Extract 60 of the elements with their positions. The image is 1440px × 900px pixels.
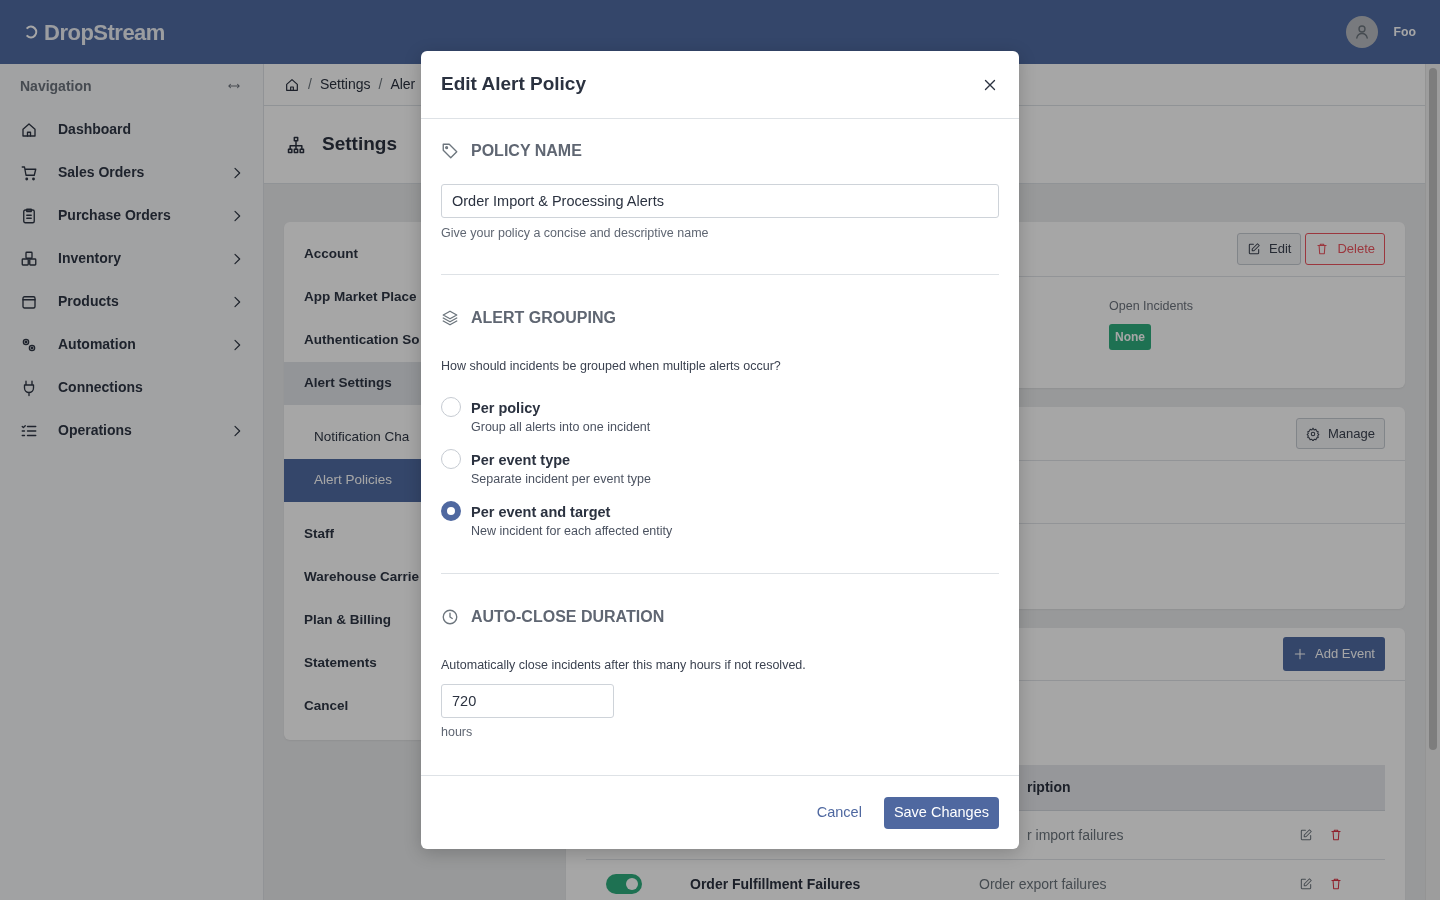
edit-icon: [1247, 242, 1261, 256]
trash-icon[interactable]: [1329, 828, 1343, 842]
sidebar-item[interactable]: Dashboard: [58, 119, 245, 140]
option-label[interactable]: Per event and target: [471, 501, 673, 522]
sidebar-title: Navigation: [20, 76, 92, 96]
trash-icon[interactable]: [1329, 877, 1343, 891]
toggle-switch[interactable]: [606, 874, 642, 894]
layers-icon: [441, 308, 459, 327]
edit-icon[interactable]: [1299, 828, 1313, 842]
trash-icon: [1315, 242, 1330, 256]
breadcrumb-separator: /: [308, 75, 312, 94]
status-badge: None: [1109, 323, 1151, 350]
column-header: ription: [1026, 778, 1072, 797]
section-heading: POLICY NAME: [471, 141, 582, 161]
home-icon[interactable]: [284, 76, 300, 93]
user-name[interactable]: Foo: [1393, 22, 1416, 42]
sidebar-item[interactable]: Operations: [58, 420, 229, 441]
radio-button[interactable]: [441, 500, 461, 521]
add-event-button[interactable]: Add Event: [1283, 637, 1385, 671]
option-description: New incident for each affected entity: [471, 522, 673, 540]
option-description: Group all alerts into one incident: [471, 418, 651, 436]
logo-icon: [24, 23, 40, 41]
cart-icon: [20, 163, 38, 182]
clipboard-icon: [20, 206, 38, 225]
edit-button[interactable]: Edit: [1237, 233, 1302, 265]
clock-icon: [441, 607, 459, 626]
boxes-icon: [20, 249, 38, 268]
name-input[interactable]: Order Import & Processing Alerts: [441, 184, 999, 218]
tag-icon: [441, 142, 459, 160]
field-label: Open Incidents: [1109, 298, 1194, 315]
avatar[interactable]: [1345, 16, 1378, 48]
breadcrumb-separator: /: [378, 75, 383, 94]
table-cell: Order Fulfillment Failures: [690, 875, 861, 892]
sidebar-item[interactable]: Sales Orders: [58, 162, 229, 183]
help-text: Give your policy a concise and descriptive name: [441, 225, 710, 242]
breadcrumb-link[interactable]: Settings: [319, 74, 371, 95]
breadcrumb-link[interactable]: Aler: [390, 74, 416, 95]
sidebar-item[interactable]: Inventory: [58, 248, 229, 269]
question-text: Automatically close incidents after this many hours if not resolved.: [441, 656, 807, 674]
section-heading: ALERT GROUPING: [471, 307, 616, 328]
page-title: Settings: [322, 132, 397, 157]
section-heading: AUTO-CLOSE DURATION: [471, 606, 665, 627]
sitemap-icon: [286, 134, 306, 155]
sidebar-item[interactable]: Connections: [58, 377, 245, 398]
save-button[interactable]: Save Changes: [883, 796, 999, 829]
hours-input[interactable]: 720: [441, 684, 614, 719]
plus-icon: [1293, 647, 1307, 661]
cancel-link[interactable]: Cancel: [816, 801, 862, 824]
logo-text: DropStream: [44, 18, 165, 47]
manage-button[interactable]: Manage: [1296, 417, 1385, 450]
table-cell: Order export failures: [979, 875, 1107, 892]
table-cell: r import failures: [1027, 826, 1124, 843]
sidebar-item[interactable]: Automation: [58, 334, 229, 355]
edit-icon[interactable]: [1299, 877, 1313, 891]
sidebar-item[interactable]: Products: [58, 291, 229, 312]
unit-label: hours: [441, 724, 474, 742]
gear-icon: [1306, 426, 1320, 441]
sidebar-item[interactable]: Purchase Orders: [58, 205, 229, 226]
dialog-title: Edit Alert Policy: [441, 72, 586, 97]
scrollbar[interactable]: [1425, 64, 1440, 900]
